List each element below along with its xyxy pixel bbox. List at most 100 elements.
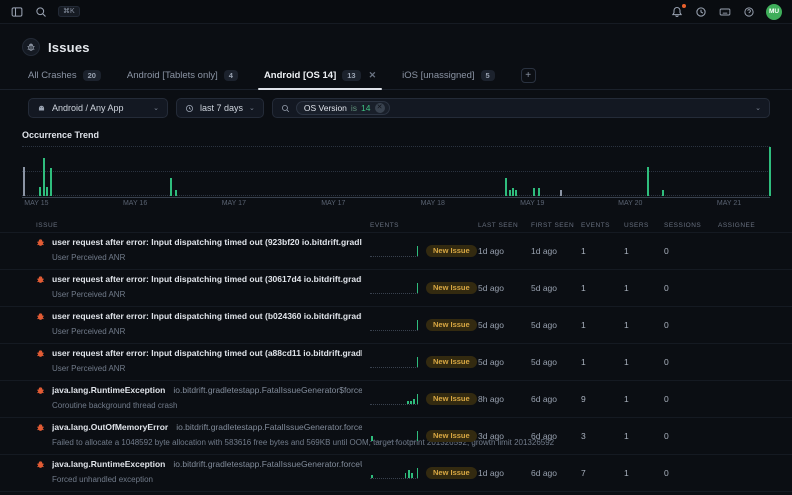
chart-x-axis-labels: MAY 15MAY 16MAY 17MAY 17MAY 18MAY 19MAY … xyxy=(22,200,770,210)
col-header-sessions: Sessions xyxy=(664,222,710,229)
sessions-count-cell: 0 xyxy=(664,357,710,367)
last-seen-cell: 1d ago xyxy=(478,468,523,478)
app-selector-dropdown[interactable]: Android / Any App ⌄ xyxy=(28,98,168,118)
first-seen-cell: 6d ago xyxy=(531,394,573,404)
events-count-cell: 1 xyxy=(581,246,616,256)
saved-views-tabs: All Crashes 20 Android [Tablets only] 4 … xyxy=(0,56,792,90)
issue-cell: user request after error: Input dispatch… xyxy=(36,311,362,339)
x-axis-tick-label: MAY 19 xyxy=(520,200,544,207)
issue-row[interactable]: user request after error: Input dispatch… xyxy=(0,491,792,495)
events-sparkline xyxy=(370,393,418,405)
issue-row[interactable]: java.lang.RuntimeException io.bitdrift.g… xyxy=(0,380,792,417)
help-icon[interactable] xyxy=(742,5,756,19)
issue-subtitle: User Perceived ANR xyxy=(52,253,125,262)
issue-subtitle: User Perceived ANR xyxy=(52,327,125,336)
issue-row[interactable]: java.lang.OutOfMemoryError io.bitdrift.g… xyxy=(0,417,792,454)
issue-cell: user request after error: Input dispatch… xyxy=(36,348,362,376)
issue-subtitle: Coroutine background thread crash xyxy=(52,401,177,410)
tab-all-crashes[interactable]: All Crashes 20 xyxy=(28,70,101,90)
chart-bar xyxy=(515,190,517,196)
first-seen-cell: 5d ago xyxy=(531,283,573,293)
filter-chip-os-version[interactable]: OS Version is 14 ✕ xyxy=(296,101,390,115)
events-sparkline xyxy=(370,282,418,294)
issue-location: io.bitdrift.gradletestapp.FatalIssueGene… xyxy=(176,422,362,432)
user-avatar[interactable]: MU xyxy=(766,4,782,20)
issue-row[interactable]: user request after error: Input dispatch… xyxy=(0,306,792,343)
crash-bug-icon xyxy=(36,238,45,265)
issue-text: user request after error: Input dispatch… xyxy=(52,348,362,376)
chip-remove-icon[interactable]: ✕ xyxy=(375,103,385,113)
tab-android-os-14[interactable]: Android [OS 14] 13 ✕ xyxy=(264,70,376,90)
topbar: ⌘K MU xyxy=(0,0,792,24)
issue-cell: java.lang.RuntimeException io.bitdrift.g… xyxy=(36,459,362,487)
last-seen-cell: 1d ago xyxy=(478,246,523,256)
issue-text: java.lang.RuntimeException io.bitdrift.g… xyxy=(52,459,362,487)
issue-text: user request after error: Input dispatch… xyxy=(52,311,362,339)
tab-label: iOS [unassigned] xyxy=(402,70,474,81)
first-seen-cell: 6d ago xyxy=(531,431,573,441)
issue-row[interactable]: java.lang.RuntimeException io.bitdrift.g… xyxy=(0,454,792,491)
occurrence-trend-chart[interactable] xyxy=(22,144,770,196)
chart-bar xyxy=(39,187,41,196)
sessions-count-cell: 0 xyxy=(664,246,710,256)
issue-title: user request after error: Input dispatch… xyxy=(52,311,362,321)
status-badge: New Issue xyxy=(426,282,477,295)
keyboard-icon[interactable] xyxy=(718,5,732,19)
sessions-count-cell: 0 xyxy=(664,283,710,293)
tab-ios-unassigned[interactable]: iOS [unassigned] 5 xyxy=(402,70,495,90)
chevron-down-icon[interactable]: ⌄ xyxy=(755,104,761,112)
issue-row[interactable]: user request after error: Input dispatch… xyxy=(0,343,792,380)
keyboard-shortcut-hint: ⌘K xyxy=(58,6,80,17)
chart-bar xyxy=(509,190,511,196)
search-icon[interactable] xyxy=(34,5,48,19)
col-header-events-trend: Events xyxy=(370,222,418,229)
add-tab-button[interactable]: + xyxy=(521,68,536,83)
issue-cell: user request after error: Input dispatch… xyxy=(36,274,362,302)
gridline xyxy=(22,171,770,172)
tab-label: All Crashes xyxy=(28,70,77,81)
issue-subtitle: User Perceived ANR xyxy=(52,290,125,299)
gridline xyxy=(22,146,770,147)
issue-cell: java.lang.RuntimeException io.bitdrift.g… xyxy=(36,385,362,413)
first-seen-cell: 6d ago xyxy=(531,468,573,478)
android-icon xyxy=(37,104,46,113)
tab-label: Android [OS 14] xyxy=(264,70,336,81)
crash-bug-icon xyxy=(36,460,45,487)
issue-row[interactable]: user request after error: Input dispatch… xyxy=(0,232,792,269)
tab-close-icon[interactable]: ✕ xyxy=(369,70,377,81)
chart-bar xyxy=(769,147,771,196)
filter-search-input[interactable]: OS Version is 14 ✕ ⌄ xyxy=(272,98,770,118)
users-count-cell: 1 xyxy=(624,357,656,367)
events-sparkline xyxy=(370,430,418,442)
tab-count-badge: 4 xyxy=(224,70,238,82)
sessions-count-cell: 0 xyxy=(664,320,710,330)
first-seen-cell: 5d ago xyxy=(531,320,573,330)
x-axis-tick-label: MAY 15 xyxy=(24,200,48,207)
chevron-down-icon: ⌄ xyxy=(249,104,255,112)
x-axis-tick-label: MAY 16 xyxy=(123,200,147,207)
issues-bug-icon xyxy=(22,38,40,56)
chart-bar xyxy=(505,178,507,196)
chip-operator: is xyxy=(351,103,357,113)
chart-bar xyxy=(533,188,535,196)
chip-field: OS Version xyxy=(304,103,347,113)
sidebar-toggle-icon[interactable] xyxy=(10,5,24,19)
time-range-dropdown[interactable]: last 7 days ⌄ xyxy=(176,98,264,118)
tab-android-tablets-only[interactable]: Android [Tablets only] 4 xyxy=(127,70,238,90)
col-header-users: Users xyxy=(624,222,656,229)
history-clock-icon[interactable] xyxy=(694,5,708,19)
notifications-bell-icon[interactable] xyxy=(670,5,684,19)
chart-bar xyxy=(560,190,562,196)
issue-title: java.lang.RuntimeException xyxy=(52,385,165,395)
status-badge: New Issue xyxy=(426,430,477,443)
table-body: user request after error: Input dispatch… xyxy=(0,232,792,495)
issue-row[interactable]: user request after error: Input dispatch… xyxy=(0,269,792,306)
chart-bar xyxy=(662,190,664,196)
chip-value: 14 xyxy=(361,103,370,113)
issue-text: user request after error: Input dispatch… xyxy=(52,237,362,265)
chart-bar xyxy=(647,167,649,196)
crash-bug-icon xyxy=(36,423,45,450)
events-count-cell: 1 xyxy=(581,357,616,367)
last-seen-cell: 8h ago xyxy=(478,394,523,404)
last-seen-cell: 3d ago xyxy=(478,431,523,441)
